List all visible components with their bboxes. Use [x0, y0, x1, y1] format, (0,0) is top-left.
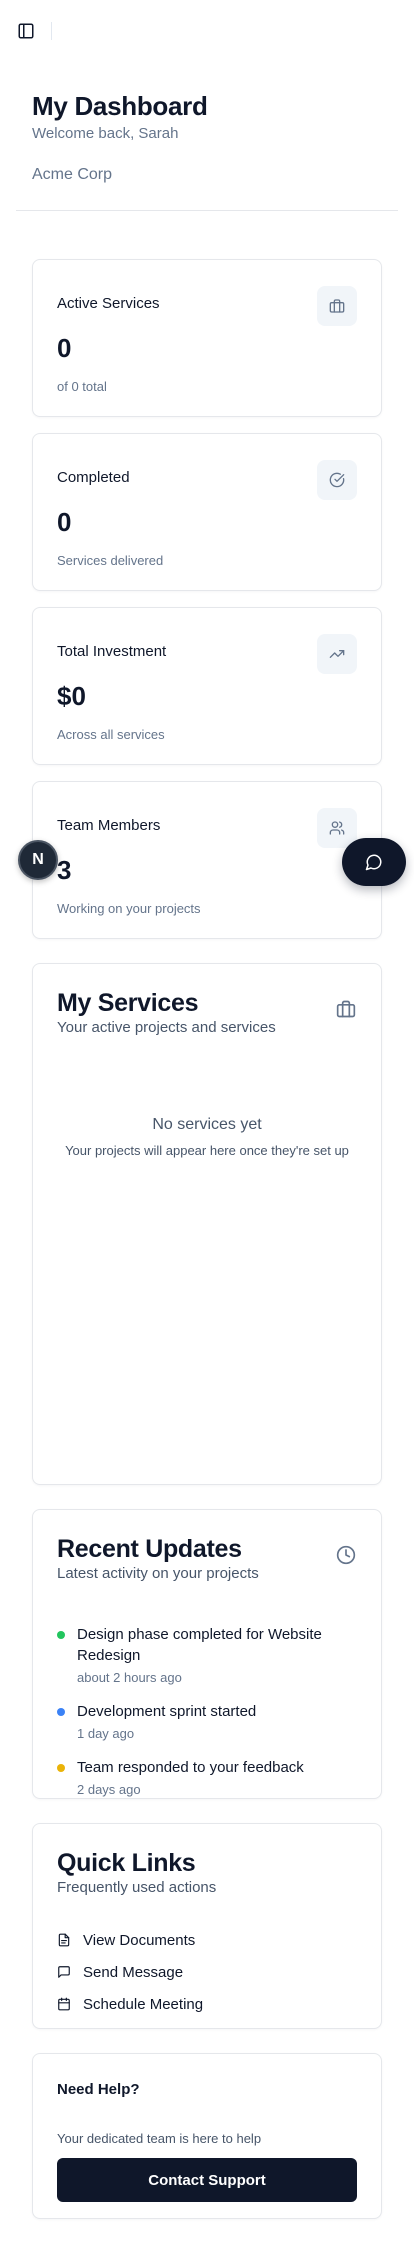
- contact-support-button[interactable]: Contact Support: [57, 2158, 357, 2202]
- section-subtitle: Latest activity on your projects: [57, 1565, 259, 1582]
- calendar-icon: [57, 1997, 71, 2011]
- section-subtitle: Your active projects and services: [57, 1019, 276, 1036]
- stats-list: Active Services 0 of 0 total Completed 0…: [32, 259, 382, 939]
- stat-subtext: Across all services: [57, 727, 165, 742]
- help-title: Need Help?: [57, 2081, 140, 2098]
- stat-card-completed: Completed 0 Services delivered: [32, 433, 382, 591]
- updates-list: Design phase completed for Website Redes…: [57, 1624, 357, 1799]
- stat-label: Total Investment: [57, 643, 167, 660]
- help-subtitle: Your dedicated team is here to help: [57, 2131, 262, 2146]
- status-dot: [57, 1764, 65, 1772]
- quick-link-schedule-meeting[interactable]: Schedule Meeting: [57, 1988, 357, 2020]
- stat-subtext: Services delivered: [57, 553, 164, 568]
- top-bar: [0, 0, 414, 64]
- status-dot: [57, 1631, 65, 1639]
- need-help-card: Need Help? Your dedicated team is here t…: [32, 2053, 382, 2219]
- trending-up-icon: [317, 634, 357, 674]
- page-header: My Dashboard Welcome back, Sarah Acme Co…: [0, 64, 414, 186]
- services-empty-state: No services yet Your projects will appea…: [57, 1114, 357, 1160]
- stat-label: Team Members: [57, 817, 161, 834]
- organization-name: Acme Corp: [32, 166, 113, 183]
- stat-value: 0: [57, 333, 72, 363]
- update-title: Development sprint started: [77, 1703, 257, 1720]
- stat-subtext: of 0 total: [57, 379, 107, 394]
- chat-bubble-icon: [365, 854, 382, 871]
- quick-links-list: View Documents Send Message Schedule Mee…: [57, 1924, 357, 2020]
- briefcase-icon: [335, 998, 357, 1020]
- briefcase-icon: [317, 286, 357, 326]
- my-services-card: My Services Your active projects and ser…: [32, 963, 382, 1485]
- list-item: Team responded to your feedback 2 days a…: [57, 1757, 357, 1799]
- page-title: My Dashboard: [32, 91, 208, 121]
- empty-state-subtitle: Your projects will appear here once they…: [65, 1143, 349, 1158]
- update-time: 1 day ago: [77, 1726, 135, 1741]
- status-dot: [57, 1708, 65, 1716]
- chat-button[interactable]: [342, 838, 406, 886]
- n-avatar-badge[interactable]: N: [18, 840, 58, 880]
- message-icon: [57, 1965, 71, 1979]
- stat-value: 3: [57, 855, 72, 885]
- stat-value: $0: [57, 681, 86, 711]
- sidebar-toggle-icon[interactable]: [16, 21, 36, 41]
- stat-subtext: Working on your projects: [57, 901, 201, 916]
- stat-card-team-members: Team Members 3 Working on your projects: [32, 781, 382, 939]
- stat-value: 0: [57, 507, 72, 537]
- stat-label: Active Services: [57, 295, 160, 312]
- section-title: Quick Links: [57, 1849, 196, 1877]
- header-divider: [16, 210, 398, 211]
- quick-link-view-documents[interactable]: View Documents: [57, 1924, 357, 1956]
- welcome-text: Welcome back, Sarah: [32, 125, 179, 142]
- quick-link-send-message[interactable]: Send Message: [57, 1956, 357, 1988]
- quick-link-label: Schedule Meeting: [83, 1995, 204, 2013]
- stat-label: Completed: [57, 469, 130, 486]
- quick-link-label: View Documents: [83, 1931, 196, 1949]
- stat-card-total-investment: Total Investment $0 Across all services: [32, 607, 382, 765]
- file-icon: [57, 1933, 71, 1947]
- update-title: Team responded to your feedback: [77, 1759, 304, 1776]
- section-title: Recent Updates: [57, 1535, 242, 1563]
- update-title: Design phase completed for Website Redes…: [77, 1626, 322, 1664]
- dashboard-content: Active Services 0 of 0 total Completed 0…: [0, 259, 414, 2219]
- topbar-separator: [51, 22, 52, 40]
- quick-link-label: Send Message: [83, 1963, 184, 1981]
- section-title: My Services: [57, 989, 199, 1017]
- recent-updates-card: Recent Updates Latest activity on your p…: [32, 1509, 382, 1799]
- section-subtitle: Frequently used actions: [57, 1879, 217, 1896]
- stat-card-active-services: Active Services 0 of 0 total: [32, 259, 382, 417]
- list-item: Development sprint started 1 day ago: [57, 1701, 357, 1743]
- quick-links-card: Quick Links Frequently used actions View…: [32, 1823, 382, 2029]
- update-time: about 2 hours ago: [77, 1670, 182, 1685]
- check-circle-icon: [317, 460, 357, 500]
- update-time: 2 days ago: [77, 1782, 141, 1797]
- clock-icon: [335, 1544, 357, 1566]
- empty-state-title: No services yet: [152, 1116, 262, 1133]
- list-item: Design phase completed for Website Redes…: [57, 1624, 357, 1687]
